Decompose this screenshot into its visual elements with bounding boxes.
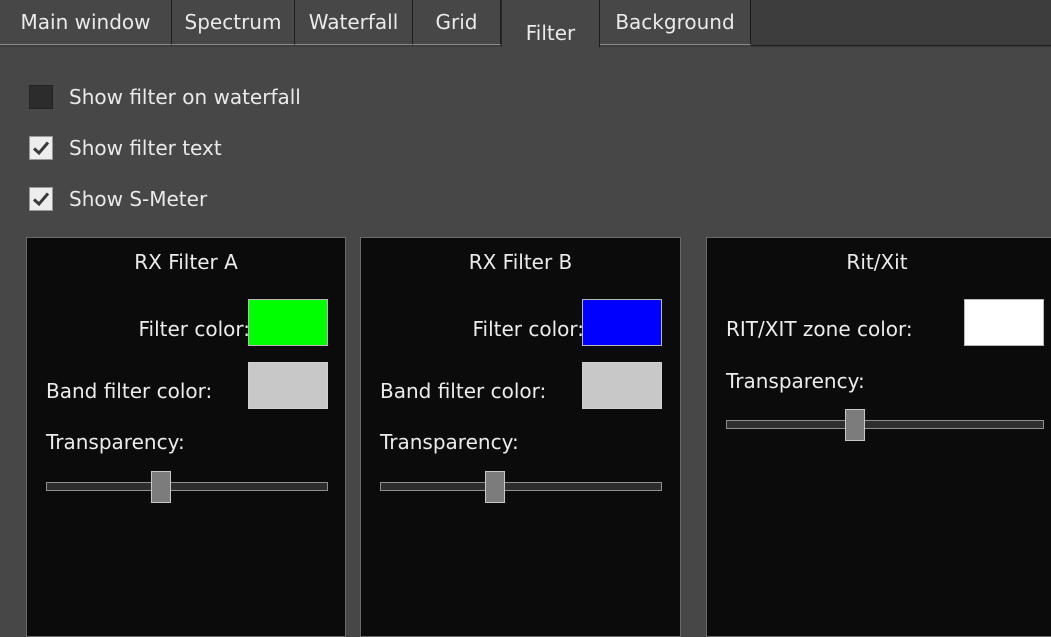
rit-xit-zone-color-label: RIT/XIT zone color:: [726, 317, 913, 341]
rx-filter-b-group: RX Filter B Filter color: Band filter co…: [360, 237, 681, 637]
rx-filter-a-filter-color-label: Filter color:: [138, 317, 250, 341]
tab-bar: Main window Spectrum Waterfall Grid Filt…: [0, 0, 1051, 47]
rit-xit-transparency-label: Transparency:: [726, 369, 865, 393]
rx-filter-b-band-filter-color-label: Band filter color:: [380, 379, 547, 403]
rx-filter-b-transparency-slider[interactable]: [380, 482, 662, 491]
show-s-meter-label: Show S-Meter: [69, 187, 208, 211]
rit-xit-transparency-slider-handle[interactable]: [845, 408, 866, 441]
rit-xit-zone-color-swatch[interactable]: [964, 299, 1044, 346]
rx-filter-a-transparency-label: Transparency:: [46, 430, 185, 454]
tab-grid[interactable]: Grid: [413, 0, 501, 45]
rx-filter-a-band-filter-color-label: Band filter color:: [46, 379, 213, 403]
show-filter-on-waterfall-checkbox[interactable]: [29, 85, 53, 109]
tab-bar-divider: [751, 45, 1051, 46]
rx-filter-a-group: RX Filter A Filter color: Band filter co…: [26, 237, 346, 637]
show-filter-text-option[interactable]: Show filter text: [29, 133, 222, 163]
tab-background[interactable]: Background: [600, 0, 751, 45]
rx-filter-b-band-filter-color-swatch[interactable]: [582, 362, 662, 409]
rx-filter-b-title: RX Filter B: [468, 250, 573, 274]
rx-filter-b-transparency-label: Transparency:: [380, 430, 519, 454]
rx-filter-b-transparency-slider-handle[interactable]: [484, 470, 505, 503]
tab-main-window[interactable]: Main window: [0, 0, 172, 45]
rx-filter-a-title: RX Filter A: [134, 250, 238, 274]
rx-filter-a-transparency-slider[interactable]: [46, 482, 328, 491]
rx-filter-b-filter-color-swatch[interactable]: [582, 299, 662, 346]
checkmark-icon: [32, 141, 50, 156]
show-filter-text-checkbox[interactable]: [29, 136, 53, 160]
rx-filter-a-transparency-slider-handle[interactable]: [150, 470, 171, 503]
rx-filter-b-filter-color-label: Filter color:: [472, 317, 584, 341]
checkmark-icon: [32, 192, 50, 207]
show-s-meter-checkbox[interactable]: [29, 187, 53, 211]
tab-waterfall[interactable]: Waterfall: [295, 0, 413, 45]
rx-filter-a-filter-color-swatch[interactable]: [248, 299, 328, 346]
rit-xit-group: Rit/Xit RIT/XIT zone color: Transparency…: [706, 237, 1051, 637]
rx-filter-a-band-filter-color-swatch[interactable]: [248, 362, 328, 409]
rit-xit-title: Rit/Xit: [846, 250, 908, 274]
show-s-meter-option[interactable]: Show S-Meter: [29, 184, 207, 214]
show-filter-on-waterfall-label: Show filter on waterfall: [69, 85, 301, 109]
show-filter-on-waterfall-option[interactable]: Show filter on waterfall: [29, 82, 301, 112]
tab-filter[interactable]: Filter: [501, 0, 600, 47]
tab-spectrum[interactable]: Spectrum: [172, 0, 295, 45]
rit-xit-transparency-slider[interactable]: [726, 420, 1044, 429]
show-filter-text-label: Show filter text: [69, 136, 222, 160]
